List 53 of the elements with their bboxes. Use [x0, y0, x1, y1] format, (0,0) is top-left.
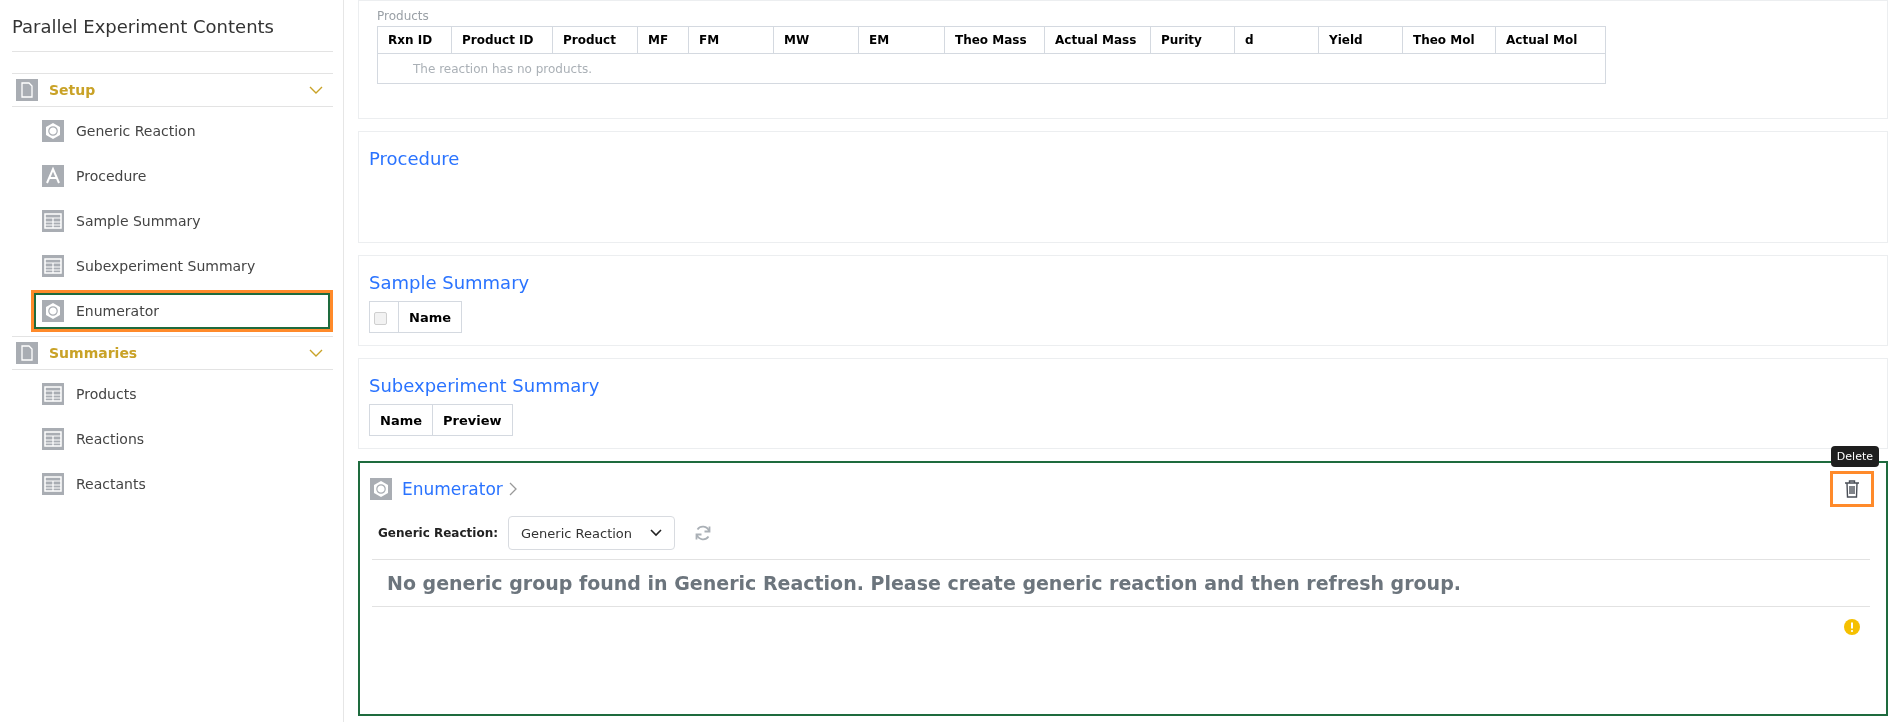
sidebar-item[interactable]: Procedure: [34, 158, 330, 194]
delete-button[interactable]: [1830, 471, 1874, 507]
empty-message: The reaction has no products.: [377, 53, 1606, 84]
letter-icon: [42, 165, 64, 187]
column-header: Actual Mol: [1495, 26, 1606, 54]
sidebar-item[interactable]: Reactants: [34, 466, 330, 502]
column-header: Actual Mass: [1044, 26, 1151, 54]
sidebar-item[interactable]: Sample Summary: [34, 203, 330, 239]
group-label: Summaries: [49, 345, 139, 361]
sidebar-item[interactable]: Subexperiment Summary: [34, 248, 330, 284]
column-header: Rxn ID: [377, 26, 452, 54]
section-title: Subexperiment Summary: [369, 375, 601, 396]
section-title: Sample Summary: [369, 272, 531, 293]
column-header: MW: [773, 26, 859, 54]
column-header: Yield: [1318, 26, 1403, 54]
column-header: Name: [398, 301, 462, 333]
column-header: FM: [688, 26, 774, 54]
checkbox[interactable]: [374, 311, 387, 325]
table-icon: [42, 210, 64, 232]
sidebar-title: Parallel Experiment Contents: [12, 0, 333, 52]
reaction-dropdown[interactable]: Generic Reaction: [508, 516, 676, 550]
tooltip: Delete: [1830, 446, 1879, 467]
empty-message: No generic group found in Generic Reaction. Please create generic reaction and then refresh group.: [372, 559, 1870, 607]
table-icon: [42, 428, 64, 450]
column-header: Purity: [1150, 26, 1235, 54]
sidebar-item[interactable]: Generic Reaction: [34, 113, 330, 149]
products-label: Products: [377, 9, 430, 23]
section-title[interactable]: Enumerator: [402, 479, 503, 499]
caret-icon: [650, 529, 663, 537]
sidebar-item[interactable]: Reactions: [34, 421, 330, 457]
column-header: Product ID: [451, 26, 553, 54]
table-icon: [42, 255, 64, 277]
group-label: Setup: [49, 82, 97, 98]
table-icon: [42, 473, 64, 495]
column-header: Product: [552, 26, 638, 54]
document-icon: [16, 79, 38, 101]
section-title: Procedure: [369, 148, 461, 169]
sidebar-item[interactable]: Enumerator: [34, 293, 330, 329]
table-icon: [42, 383, 64, 405]
column-header: EM: [858, 26, 945, 54]
column-header: Name: [369, 404, 433, 436]
sidebar-item[interactable]: Products: [34, 376, 330, 412]
chevron-right-icon[interactable]: [508, 482, 517, 496]
field-label: Generic Reaction:: [378, 526, 499, 540]
trash-icon: [1844, 480, 1860, 498]
document-icon: [16, 342, 38, 364]
column-header: d: [1234, 26, 1319, 54]
column-header: Theo Mol: [1402, 26, 1496, 54]
chevron-icon: [309, 349, 323, 357]
column-header: Theo Mass: [944, 26, 1045, 54]
column-header: MF: [637, 26, 689, 54]
column-header: Preview: [432, 404, 513, 436]
chevron-icon: [309, 86, 323, 94]
